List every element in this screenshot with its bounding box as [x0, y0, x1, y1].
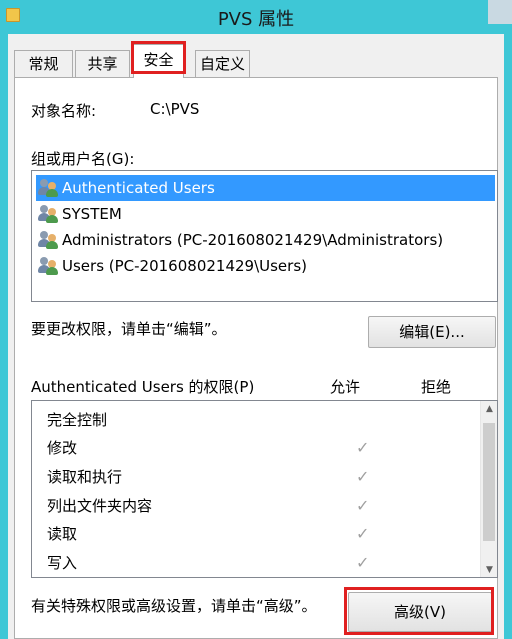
user-group-icon [38, 256, 60, 276]
window-border-right [504, 34, 512, 639]
title-bar[interactable]: PVS 属性 [0, 0, 512, 34]
permission-name: 读取 [47, 525, 78, 543]
groups-label: 组或用户名(G): [31, 150, 135, 168]
groups-listbox[interactable]: Authenticated Users SYSTEM Administrator… [31, 170, 498, 302]
group-item-label: Administrators (PC-201608021429\Administ… [62, 231, 444, 249]
tab-security[interactable]: 安全 [133, 44, 184, 78]
object-name-value: C:\PVS [150, 100, 200, 118]
permission-name: 完全控制 [47, 411, 108, 429]
group-item-authenticated-users[interactable]: Authenticated Users [36, 175, 495, 201]
group-item-label: Users (PC-201608021429\Users) [62, 257, 307, 275]
group-item-label: SYSTEM [62, 205, 122, 223]
allow-check-icon: ✓ [356, 524, 370, 543]
permission-name: 写入 [47, 554, 78, 572]
allow-check-icon: ✓ [356, 467, 370, 486]
advanced-hint: 有关特殊权限或高级设置，请单击“高级”。 [31, 597, 317, 615]
edit-hint: 要更改权限，请单击“编辑”。 [31, 320, 227, 338]
tab-general[interactable]: 常规 [14, 50, 73, 78]
permission-row-full-control: 完全控制 [47, 406, 477, 434]
allow-check-icon: ✓ [356, 553, 370, 572]
permission-row-write: 写入 ✓ [47, 549, 477, 577]
permission-row-modify: 修改 ✓ [47, 434, 477, 462]
scroll-thumb[interactable] [483, 423, 495, 541]
allow-check-icon: ✓ [356, 496, 370, 515]
permission-row-list-folder: 列出文件夹内容 ✓ [47, 492, 477, 520]
group-item-system[interactable]: SYSTEM [36, 201, 122, 227]
group-item-administrators[interactable]: Administrators (PC-201608021429\Administ… [36, 227, 443, 253]
tab-sharing[interactable]: 共享 [75, 50, 130, 78]
permissions-scrollbar[interactable]: ▲ ▼ [480, 401, 497, 577]
tab-customize[interactable]: 自定义 [195, 50, 250, 78]
deny-column-header: 拒绝 [421, 378, 452, 396]
permission-name: 读取和执行 [47, 468, 123, 486]
edit-button[interactable]: 编辑(E)... [368, 316, 496, 348]
group-item-users[interactable]: Users (PC-201608021429\Users) [36, 253, 307, 279]
window-border-left [0, 34, 8, 639]
user-group-icon [38, 178, 60, 198]
object-name-label: 对象名称: [31, 102, 97, 120]
scroll-down-icon[interactable]: ▼ [481, 562, 497, 577]
permission-row-read: 读取 ✓ [47, 520, 477, 548]
permissions-header: Authenticated Users 的权限(P) [31, 378, 255, 396]
allow-column-header: 允许 [330, 378, 361, 396]
permission-name: 修改 [47, 439, 78, 457]
group-item-label: Authenticated Users [62, 179, 215, 197]
permission-name: 列出文件夹内容 [47, 497, 153, 515]
allow-check-icon: ✓ [356, 438, 370, 457]
close-button[interactable] [488, 0, 512, 24]
scroll-up-icon[interactable]: ▲ [481, 401, 497, 418]
user-group-icon [38, 204, 60, 224]
permissions-list: 完全控制 修改 ✓ 读取和执行 ✓ 列出文件夹内容 ✓ 读取 ✓ 写入 ✓ ▲ … [31, 400, 498, 578]
advanced-button[interactable]: 高级(V) [348, 592, 492, 632]
user-group-icon [38, 230, 60, 250]
permission-row-read-execute: 读取和执行 ✓ [47, 463, 477, 491]
window-title: PVS 属性 [217, 9, 295, 30]
